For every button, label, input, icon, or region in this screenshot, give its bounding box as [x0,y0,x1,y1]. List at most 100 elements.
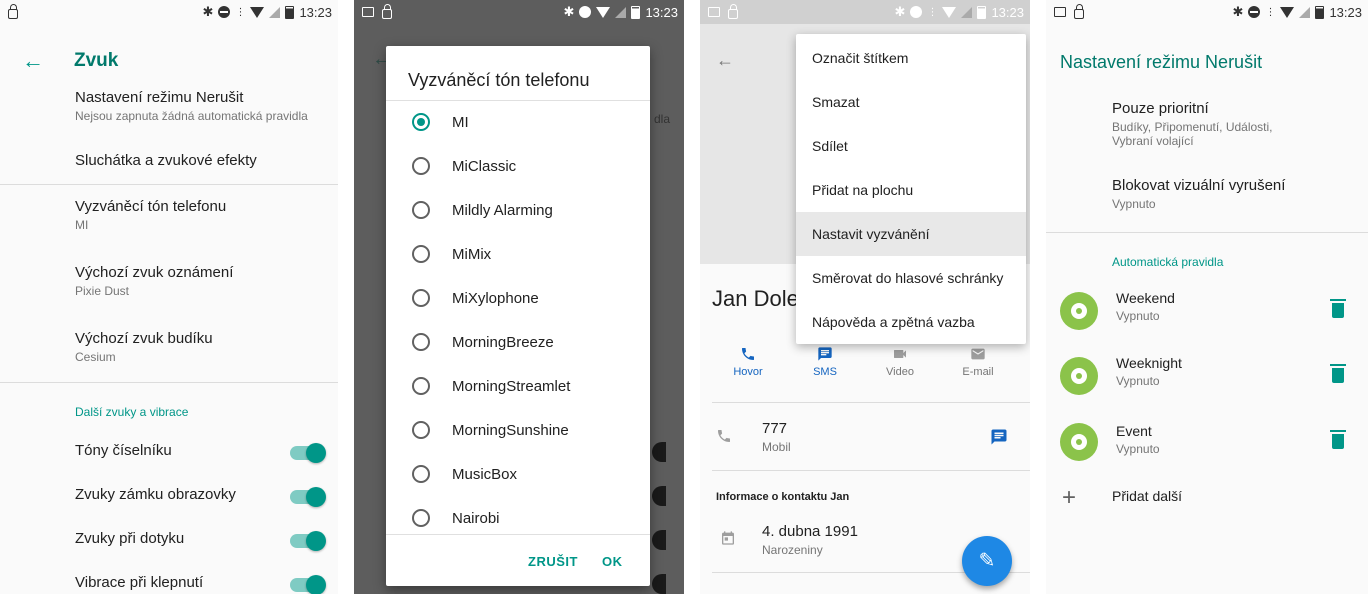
calendar-icon [722,531,734,545]
plus-icon[interactable]: + [1062,484,1076,512]
rule-state: Vypnuto [1116,309,1160,323]
ringtone-option[interactable]: MI [386,100,650,144]
settings-item-title: Vyzváněcí tón telefonu [75,198,227,215]
ringtone-option[interactable]: MorningSunshine [386,408,650,452]
signal-icon [615,6,627,18]
ringtone-option[interactable]: MiClassic [386,144,650,188]
ringtone-option[interactable]: Mildly Alarming [386,188,650,232]
ringtone-option[interactable]: MorningBreeze [386,320,650,364]
settings-item-title: Blokovat vizuální vyrušení [1112,177,1286,194]
rule-item-weeknight[interactable]: Weeknight Vypnuto [1116,355,1368,388]
ringtone-label: MusicBox [452,465,518,483]
ringtone-label: Nairobi [452,509,500,527]
action-label: Video [886,366,914,378]
radio-icon[interactable] [412,509,430,527]
add-rule-button[interactable]: Přidat další [1112,488,1368,504]
app-bar: ← Zvuk [0,40,338,84]
vibrate-icon: ⋮ [927,6,938,18]
settings-item-priority[interactable]: Pouze prioritní Budíky, Připomenutí, Udá… [1112,100,1368,148]
image-icon [1054,7,1066,17]
back-arrow-icon[interactable]: ← [22,48,44,74]
ringtone-label: MI [452,113,469,131]
status-bar: ✱ ⋮ 13:23 [700,0,1030,24]
radio-icon[interactable] [412,465,430,483]
radio-icon[interactable] [412,421,430,439]
settings-item-dnd[interactable]: Nastavení režimu Nerušit Nejsou zapnuta … [75,89,338,123]
toggle-switch[interactable] [290,531,326,551]
dnd-icon [1248,6,1261,18]
radio-selected-icon[interactable] [412,113,430,131]
radio-icon[interactable] [412,201,430,219]
call-action[interactable]: Hovor [718,346,778,378]
menu-item[interactable]: Přidat na plochu [796,168,1026,212]
sound-settings-screen: ✱ ⋮ 13:23 ← Zvuk Nastavení režimu Neruši… [0,0,338,594]
action-label: Hovor [733,366,763,378]
menu-item[interactable]: Označit štítkem [796,36,1026,80]
status-bar: ✱ ⋮ 13:23 [1046,0,1368,24]
ringtone-option[interactable]: MorningStreamlet [386,364,650,408]
dialog-title: Vyzváněcí tón telefonu [408,70,590,90]
radio-icon[interactable] [412,289,430,307]
email-action[interactable]: E-mail [948,346,1008,378]
message-icon[interactable] [990,428,1008,446]
ringtone-option[interactable]: MiXylophone [386,276,650,320]
radio-icon[interactable] [412,157,430,175]
wifi-icon [1280,6,1295,18]
menu-item-highlighted[interactable]: Nastavit vyzvánění [796,212,1026,256]
image-icon [708,7,720,17]
wifi-icon [942,6,957,18]
radio-icon[interactable] [412,377,430,395]
battery-icon [285,5,295,19]
ringtone-option[interactable]: MusicBox [386,452,650,496]
toggle-switch[interactable] [290,487,326,507]
message-icon [818,347,832,361]
rule-item-weekend[interactable]: Weekend Vypnuto [1116,290,1368,323]
dnd-icon [579,6,592,18]
settings-item-visual-block[interactable]: Blokovat vizuální vyrušení Vypnuto [1112,177,1368,211]
status-time: 13:23 [299,4,332,20]
ringtone-label: MorningSunshine [452,421,569,439]
menu-item[interactable]: Nápověda a zpětná vazba [796,300,1026,344]
gear-icon [1060,292,1098,330]
menu-item[interactable]: Smazat [796,80,1026,124]
image-icon [362,7,374,17]
trash-icon[interactable] [1330,430,1346,449]
trash-icon[interactable] [1330,299,1346,318]
sms-action[interactable]: SMS [795,346,855,378]
settings-item-ringtone[interactable]: Vyzváněcí tón telefonu MI [75,198,338,232]
section-header: Další zvuky a vibrace [75,405,189,419]
wifi-icon [596,6,611,18]
settings-item-notification-sound[interactable]: Výchozí zvuk oznámení Pixie Dust [75,264,338,298]
rule-item-event[interactable]: Event Vypnuto [1116,423,1368,456]
ringtone-label: MorningBreeze [452,333,554,351]
status-time: 13:23 [1329,4,1362,20]
settings-item-headphones[interactable]: Sluchátka a zvukové efekty [75,152,338,169]
divider [0,382,338,383]
cancel-button[interactable]: ZRUŠIT [528,554,578,569]
toggle-switch[interactable] [290,575,326,594]
ringtone-label: MiClassic [452,157,517,175]
vibrate-icon: ⋮ [235,6,246,18]
contact-detail-screen: ✱ ⋮ 13:23 ← Jan Dole Hovor SMS Video E-m… [700,0,1030,594]
radio-icon[interactable] [412,333,430,351]
video-action[interactable]: Video [870,346,930,378]
signal-icon [961,6,973,18]
menu-item[interactable]: Směrovat do hlasové schránky [796,256,1026,300]
dimmed-toggle [652,442,666,462]
video-icon [894,350,906,358]
status-bar: ✱ ⋮ 13:23 [0,0,338,24]
edit-fab[interactable]: ✎ [962,536,1012,586]
toggle-switch[interactable] [290,443,326,463]
info-section-header: Informace o kontaktu Jan [716,491,850,503]
ringtone-label: Mildly Alarming [452,201,553,219]
trash-icon[interactable] [1330,364,1346,383]
radio-icon[interactable] [412,245,430,263]
menu-item[interactable]: Sdílet [796,124,1026,168]
back-arrow-icon[interactable]: ← [716,50,734,71]
ok-button[interactable]: OK [602,554,623,569]
ringtone-option[interactable]: MiMix [386,232,650,276]
page-title: Zvuk [74,50,119,71]
settings-item-alarm-sound[interactable]: Výchozí zvuk budíku Cesium [75,330,338,364]
rule-state: Vypnuto [1116,374,1160,388]
signal-icon [1299,6,1311,18]
